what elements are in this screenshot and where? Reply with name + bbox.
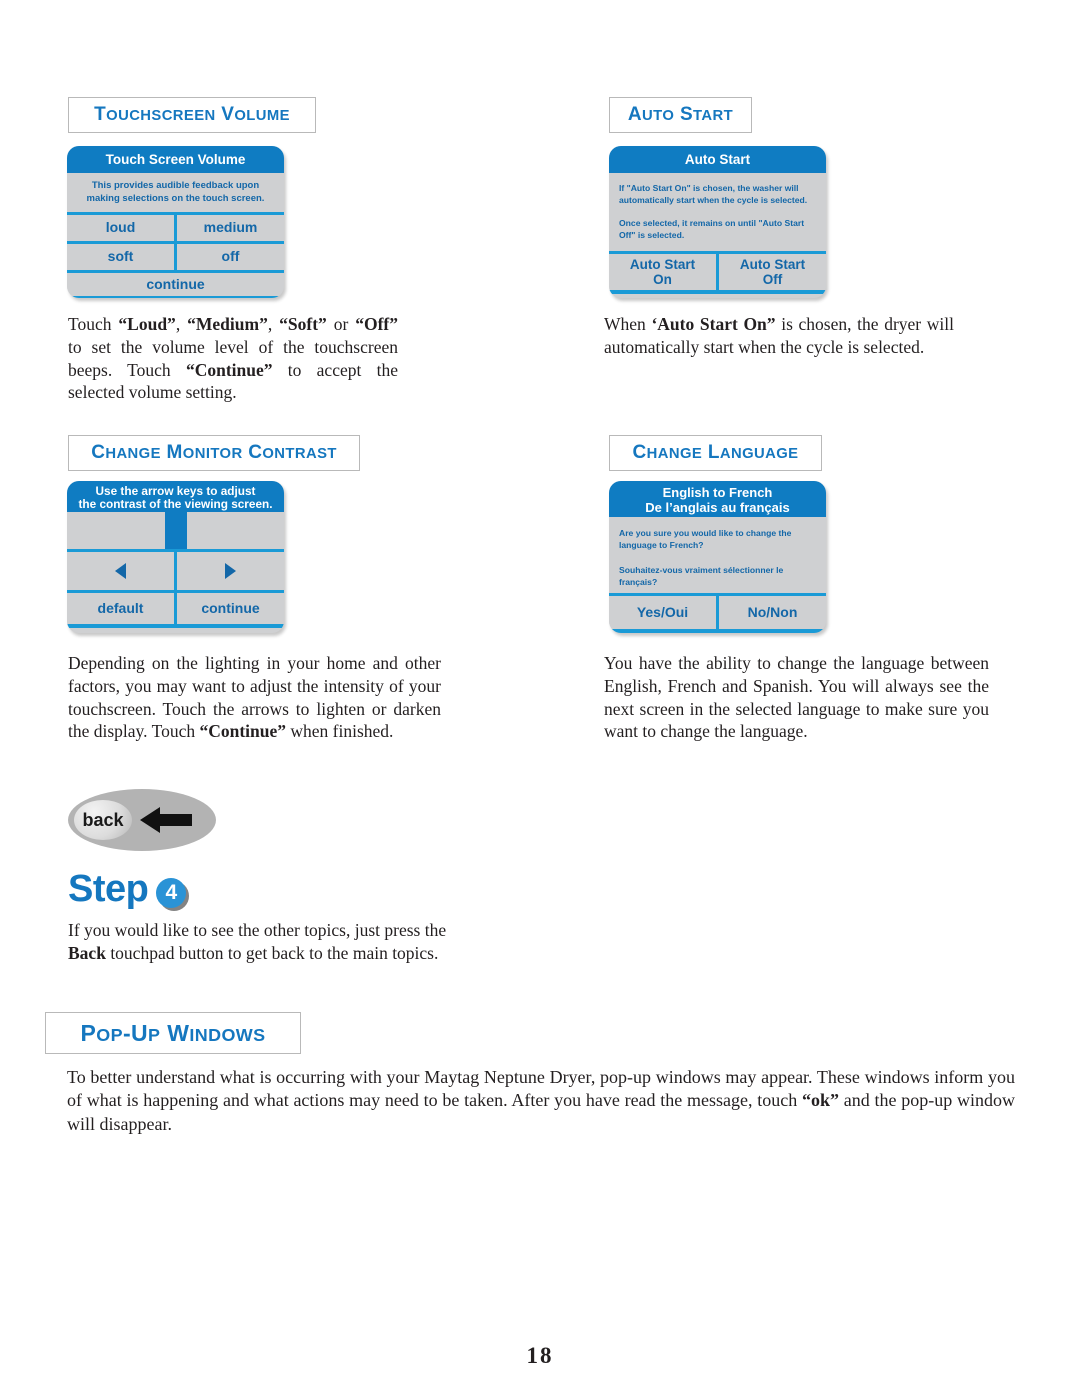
panel-button-row-change-language: Yes/Oui No/Non — [609, 593, 826, 629]
body-text-auto-start: When ‘Auto Start On” is chosen, the drye… — [604, 314, 954, 357]
section-heading-touchscreen-volume: TOUCHSCREEN VOLUME — [68, 97, 316, 133]
page-number: 18 — [526, 1343, 554, 1368]
section-heading-change-language-label: CHANGE LANGUAGE — [632, 442, 799, 463]
body-text-change-language: You have the ability to change the langu… — [604, 653, 989, 742]
step-heading: Step 4 — [68, 868, 187, 911]
body-text-touchscreen-volume: Touch “Loud”, “Medium”, “Soft” or “Off” … — [68, 314, 399, 403]
panel-description-touch-screen-volume: This provides audible feedback upon maki… — [86, 180, 265, 204]
panel-description-change-language-p1: Are you sure you would like to change th… — [619, 528, 792, 551]
contrast-indicator-divider — [164, 512, 187, 549]
panel-change-monitor-contrast: Use the arrow keys to adjust the contras… — [67, 481, 284, 633]
panel-auto-start: Auto Start If "Auto Start On" is chosen,… — [609, 146, 826, 298]
panel-touch-screen-volume: Touch Screen Volume This provides audibl… — [67, 146, 284, 298]
panel-button-continue[interactable]: continue — [174, 593, 284, 624]
panel-button-soft[interactable]: soft — [67, 244, 174, 270]
back-touchpad-button[interactable]: back — [68, 789, 216, 851]
section-heading-change-monitor-contrast-label: CHANGE MONITOR CONTRAST — [91, 442, 337, 463]
panel-description-auto-start-p2: Once selected, it remains on until "Auto… — [619, 218, 805, 241]
section-heading-auto-start: AUTO START — [609, 97, 752, 133]
manual-page: TOUCHSCREEN VOLUME Touch Screen Volume T… — [0, 0, 1080, 1397]
panel-button-no-non[interactable]: No/Non — [716, 596, 826, 629]
arrow-left-icon — [115, 563, 126, 579]
panel-button-yes-oui[interactable]: Yes/Oui — [609, 596, 716, 629]
panel-button-auto-start-off[interactable]: Auto Start Off — [716, 254, 826, 290]
panel-button-off[interactable]: off — [174, 244, 284, 270]
section-heading-auto-start-label: AUTO START — [627, 104, 734, 125]
step-number-badge: 4 — [156, 877, 187, 908]
back-button-label: back — [74, 800, 132, 840]
panel-button-row-2: soft off — [67, 241, 284, 270]
panel-bottom-rule — [609, 629, 826, 633]
panel-title-change-language-line1: English to French — [662, 485, 773, 500]
panel-button-row-contrast-actions: default continue — [67, 590, 284, 624]
contrast-indicator-right — [186, 512, 284, 549]
panel-button-medium[interactable]: medium — [174, 215, 284, 241]
step-heading-word: Step — [68, 868, 149, 910]
section-heading-pop-up-windows: POP-UP WINDOWS — [45, 1012, 301, 1054]
panel-bottom-rule — [67, 624, 284, 628]
section-heading-touchscreen-volume-label: TOUCHSCREEN VOLUME — [94, 104, 290, 125]
panel-title-change-monitor-contrast: Use the arrow keys to adjust the contras… — [67, 481, 284, 512]
panel-button-row-auto-start: Auto Start On Auto Start Off — [609, 251, 826, 290]
panel-bottom-rule — [609, 290, 826, 294]
arrow-right-icon — [225, 563, 236, 579]
section-heading-change-monitor-contrast: CHANGE MONITOR CONTRAST — [68, 435, 360, 471]
body-text-step: If you would like to see the other topic… — [68, 920, 447, 963]
panel-description-change-language: Are you sure you would like to change th… — [609, 517, 826, 593]
arrow-left-icon — [140, 807, 192, 833]
panel-button-row-arrows — [67, 549, 284, 590]
panel-title-change-language: English to French De l’anglais au frança… — [609, 481, 826, 517]
panel-title-change-language-line2: De l’anglais au français — [645, 499, 790, 515]
panel-button-row-1: loud medium — [67, 212, 284, 241]
panel-button-loud[interactable]: loud — [67, 215, 174, 241]
body-text-pop-up-windows: To better understand what is occurring w… — [67, 1067, 1016, 1134]
panel-button-arrow-left[interactable] — [67, 552, 174, 590]
contrast-indicator-left — [67, 512, 165, 549]
panel-title-auto-start: Auto Start — [609, 146, 826, 173]
panel-description-auto-start: If "Auto Start On" is chosen, the washer… — [609, 173, 826, 251]
panel-button-default[interactable]: default — [67, 593, 174, 624]
panel-button-continue[interactable]: continue — [67, 273, 284, 296]
panel-description-auto-start-p1: If "Auto Start On" is chosen, the washer… — [619, 183, 808, 206]
panel-button-arrow-right[interactable] — [174, 552, 284, 590]
section-heading-change-language: CHANGE LANGUAGE — [609, 435, 822, 471]
section-heading-pop-up-windows-label: POP-UP WINDOWS — [80, 1019, 266, 1046]
panel-description-change-language-p2: Souhaitez-vous vraiment sélectionner le … — [619, 564, 784, 588]
panel-contrast-indicator-row — [67, 512, 284, 549]
body-text-change-monitor-contrast: Depending on the lighting in your home a… — [68, 653, 441, 742]
panel-title-touch-screen-volume: Touch Screen Volume — [67, 146, 284, 173]
panel-button-auto-start-on[interactable]: Auto Start On — [609, 254, 716, 290]
panel-button-row-3: continue — [67, 270, 284, 296]
panel-change-language: English to French De l’anglais au frança… — [609, 481, 826, 633]
panel-bottom-rule — [67, 296, 284, 298]
